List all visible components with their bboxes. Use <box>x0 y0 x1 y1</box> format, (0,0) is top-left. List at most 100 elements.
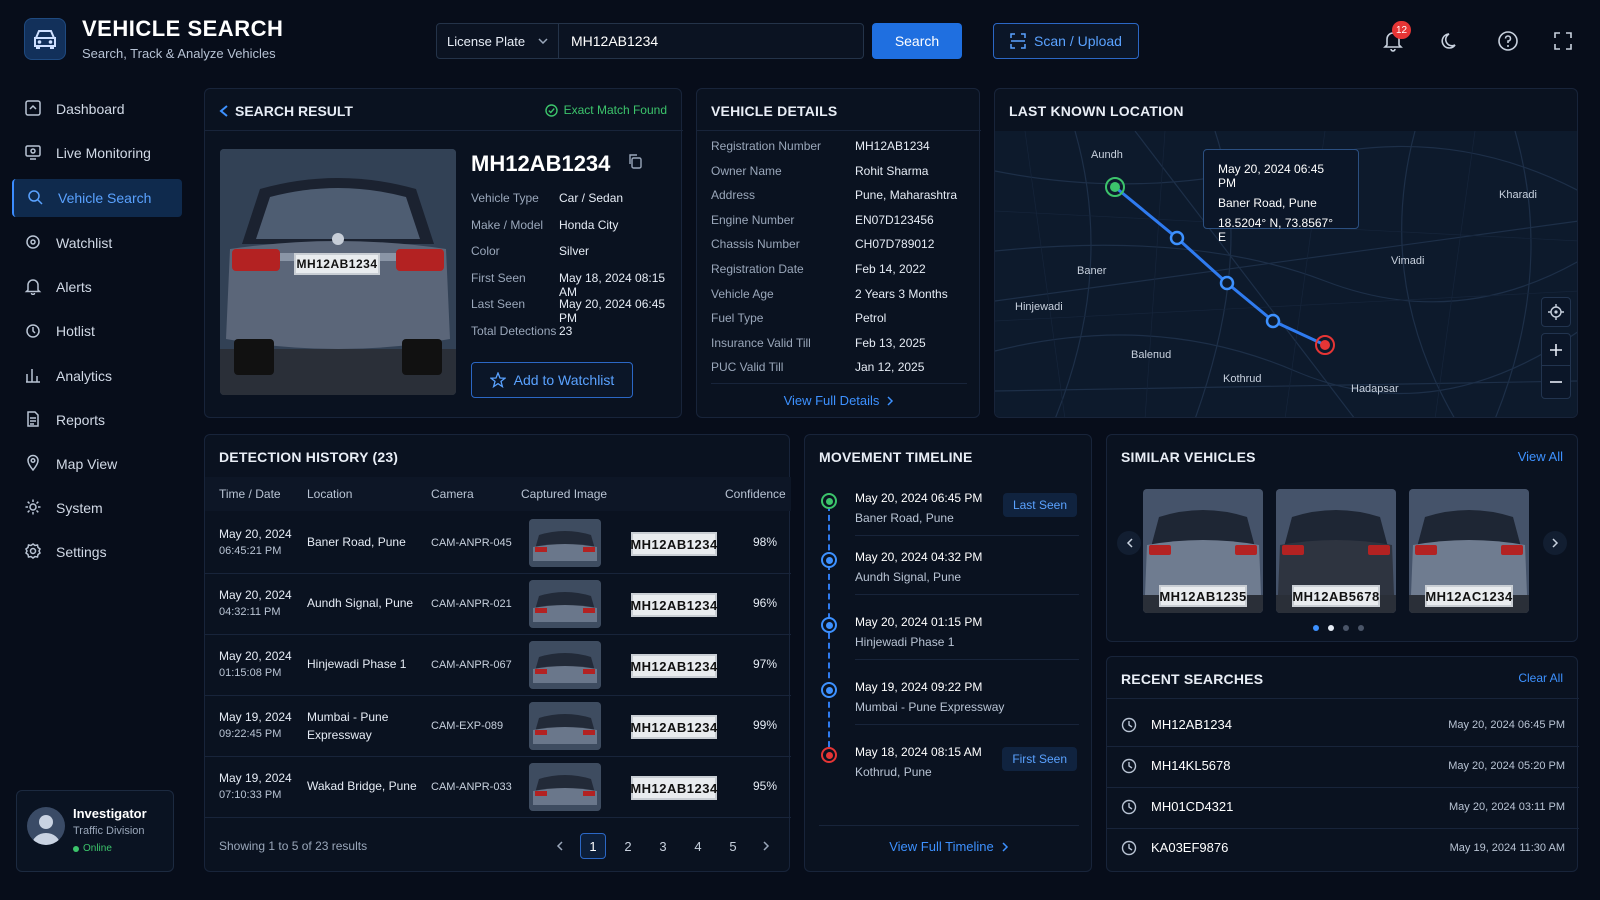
back-arrow-icon[interactable] <box>219 105 229 117</box>
carousel-dot[interactable] <box>1313 625 1319 631</box>
similar-vehicle-card[interactable]: MH12AC1234 <box>1409 489 1529 613</box>
user-card[interactable]: Investigator Traffic Division Online <box>16 790 174 872</box>
flame-icon <box>24 321 42 342</box>
timeline-marker <box>821 682 837 698</box>
search-type-select[interactable]: License Plate <box>437 24 559 58</box>
similar-vehicle-card[interactable]: MH12AB1235 <box>1143 489 1263 613</box>
sidebar-item-settings[interactable]: Settings <box>12 533 182 571</box>
locate-icon[interactable] <box>1541 297 1571 327</box>
scan-upload-label: Scan / Upload <box>1034 33 1122 49</box>
similar-vehicle-card[interactable]: MH12AB5678 <box>1276 489 1396 613</box>
view-full-timeline-link[interactable]: View Full Timeline <box>805 839 1093 854</box>
view-full-timeline-label: View Full Timeline <box>889 839 994 854</box>
similar-vehicles-title: SIMILAR VEHICLES <box>1121 449 1256 465</box>
row-plate: MH12AB1234 <box>630 532 717 556</box>
clock-icon <box>1121 717 1137 738</box>
column-header[interactable]: Location <box>307 487 352 501</box>
sidebar-item-analytics[interactable]: Analytics <box>12 357 182 395</box>
table-row[interactable]: May 19, 2024 07:10:33 PM Wakad Bridge, P… <box>205 757 791 818</box>
column-header[interactable]: Time / Date <box>219 487 281 501</box>
column-header[interactable]: Camera <box>431 487 474 501</box>
sidebar-item-vehicle-search[interactable]: Vehicle Search <box>12 179 182 217</box>
scan-upload-button[interactable]: Scan / Upload <box>993 23 1139 59</box>
search-button[interactable]: Search <box>872 23 962 59</box>
add-to-watchlist-button[interactable]: Add to Watchlist <box>471 362 633 398</box>
table-row[interactable]: May 19, 2024 09:22:45 PM Mumbai - Pune Ex… <box>205 696 791 757</box>
column-header[interactable]: Confidence <box>725 487 786 501</box>
captured-image-thumb[interactable] <box>529 641 601 689</box>
row-location-cell: Baner Road, Pune <box>307 535 406 549</box>
fullscreen-icon[interactable] <box>1550 28 1576 54</box>
result-field-value: 23 <box>559 323 573 338</box>
user-status: Online <box>73 843 112 854</box>
timeline-tag: Last Seen <box>1002 493 1077 517</box>
moon-icon[interactable] <box>1438 28 1464 54</box>
detail-value: Jan 12, 2025 <box>855 360 925 375</box>
search-result-panel: SEARCH RESULT Exact Match Found MH12AB12… <box>204 88 683 418</box>
similar-view-all-link[interactable]: View All <box>1518 449 1563 464</box>
zoom-out-icon[interactable] <box>1542 366 1570 398</box>
recent-search-item[interactable]: MH12AB1234 May 20, 2024 06:45 PM <box>1107 707 1579 747</box>
row-confidence: 96% <box>753 596 778 610</box>
divider <box>1107 698 1579 699</box>
recent-search-item[interactable]: KA03EF9876 May 19, 2024 11:30 AM <box>1107 830 1579 870</box>
column-header[interactable]: Captured Image <box>521 487 607 501</box>
captured-image-thumb[interactable] <box>529 702 601 750</box>
sidebar-item-map-view[interactable]: Map View <box>12 445 182 483</box>
sidebar-item-watchlist[interactable]: Watchlist <box>12 224 182 262</box>
gear-badge-icon <box>24 233 42 254</box>
table-row[interactable]: May 20, 2024 06:45:21 PM Baner Road, Pun… <box>205 513 791 574</box>
sidebar-item-dashboard[interactable]: Dashboard <box>12 90 182 128</box>
carousel-prev-icon[interactable] <box>1117 531 1141 555</box>
chart-icon <box>24 366 42 387</box>
recent-search-item[interactable]: MH14KL5678 May 20, 2024 05:20 PM <box>1107 748 1579 788</box>
pagination-prev[interactable] <box>546 833 572 859</box>
carousel-dots <box>1313 625 1364 631</box>
row-confidence: 97% <box>753 657 778 671</box>
help-icon[interactable] <box>1495 28 1521 54</box>
settings-icon <box>24 542 42 563</box>
result-field-value: Silver <box>559 244 590 258</box>
pagination-page[interactable]: 2 <box>615 833 641 859</box>
sidebar-item-system[interactable]: System <box>12 489 182 527</box>
sidebar-item-reports[interactable]: Reports <box>12 401 182 439</box>
carousel-dot[interactable] <box>1343 625 1349 631</box>
timeline-place: Mumbai - Pune Expressway <box>855 700 1005 714</box>
pagination-page[interactable]: 4 <box>685 833 711 859</box>
pagination-page[interactable]: 1 <box>580 833 606 859</box>
captured-image-thumb[interactable] <box>529 580 601 628</box>
carousel-next-icon[interactable] <box>1543 531 1567 555</box>
sidebar-item-label: Settings <box>56 544 107 560</box>
view-full-details-link[interactable]: View Full Details <box>697 393 981 408</box>
sidebar-item-hotlist[interactable]: Hotlist <box>12 312 182 350</box>
sidebar-item-alerts[interactable]: Alerts <box>12 268 182 306</box>
timeline-tag: First Seen <box>1002 747 1077 771</box>
carousel-dot[interactable] <box>1358 625 1364 631</box>
carousel-dot[interactable] <box>1328 625 1334 631</box>
pagination-page[interactable]: 3 <box>650 833 676 859</box>
zoom-in-icon[interactable] <box>1542 334 1570 366</box>
sidebar: Dashboard Live Monitoring Vehicle Search Wa… <box>0 90 186 900</box>
detail-value: EN07D123456 <box>855 212 934 227</box>
captured-image-thumb[interactable] <box>529 519 601 567</box>
table-row[interactable]: May 20, 2024 04:32:11 PM Aundh Signal, P… <box>205 574 791 635</box>
detail-label: Chassis Number <box>711 237 800 252</box>
tooltip-coords: 18.5204° N, 73.8567° E <box>1218 216 1334 244</box>
captured-image-thumb[interactable] <box>529 763 601 811</box>
pagination-page[interactable]: 5 <box>720 833 746 859</box>
recent-searches-title: RECENT SEARCHES <box>1121 671 1264 687</box>
pagination-next[interactable] <box>753 833 779 859</box>
detail-label: Insurance Valid Till <box>711 335 811 350</box>
row-location: Aundh Signal, Pune <box>307 596 414 610</box>
recent-search-item[interactable]: MH01CD4321 May 20, 2024 03:11 PM <box>1107 789 1579 829</box>
clear-all-link[interactable]: Clear All <box>1518 671 1563 685</box>
timeline-marker <box>821 552 837 568</box>
similar-plate: MH12AB1235 <box>1159 585 1247 607</box>
search-input[interactable] <box>559 24 863 58</box>
copy-icon[interactable] <box>627 153 645 171</box>
match-status: Exact Match Found <box>544 103 667 117</box>
user-name: Investigator <box>73 806 147 821</box>
table-row[interactable]: May 20, 2024 01:15:08 PM Hinjewadi Phase… <box>205 635 791 696</box>
sidebar-item-live-monitoring[interactable]: Live Monitoring <box>12 134 182 172</box>
status-dot <box>73 845 79 852</box>
